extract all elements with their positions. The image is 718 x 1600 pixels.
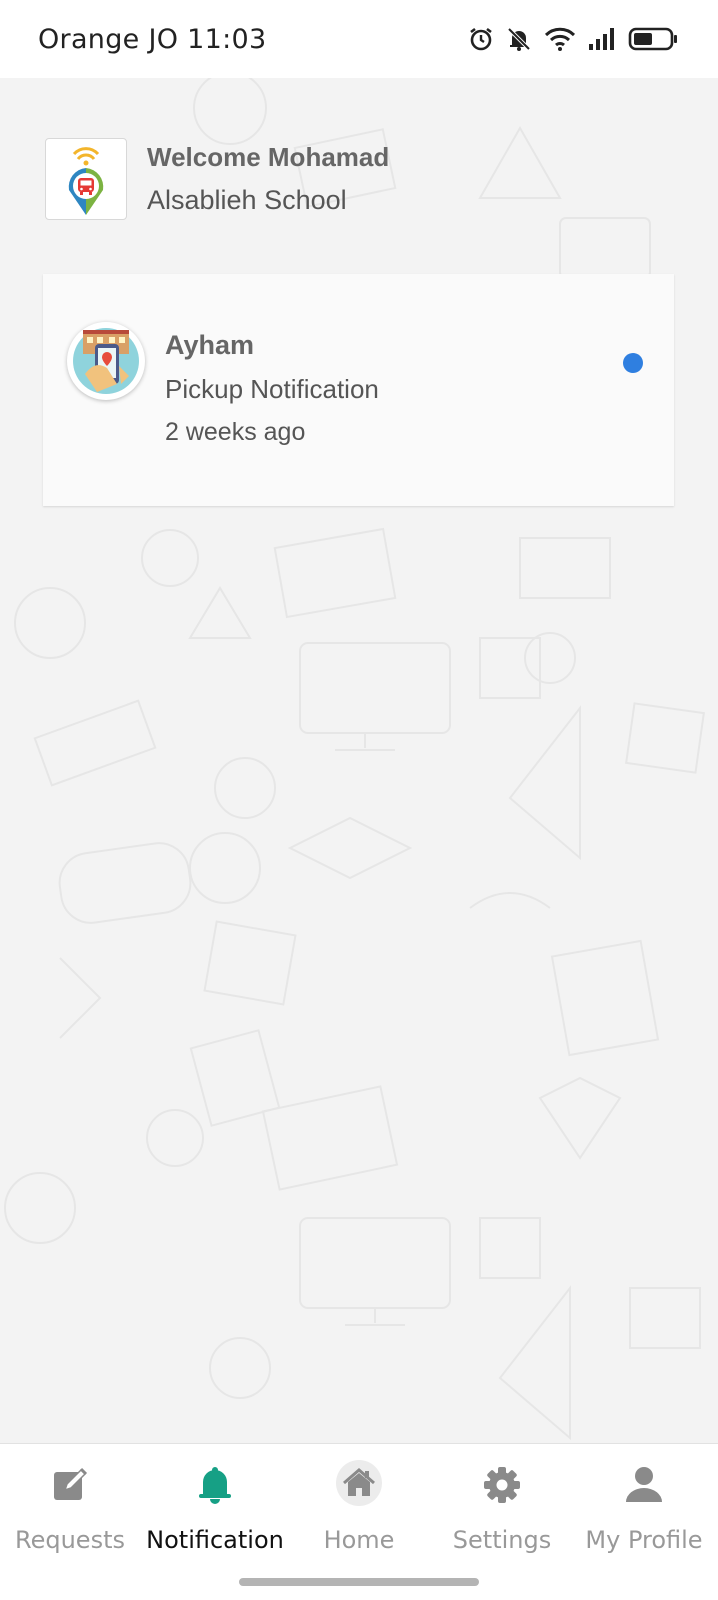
- child-avatar: [67, 322, 145, 400]
- home-icon: [336, 1460, 382, 1506]
- header-text: Welcome Mohamad Alsablieh School: [147, 142, 389, 216]
- gear-icon: [484, 1467, 520, 1503]
- nav-item-requests[interactable]: Requests: [0, 1444, 140, 1554]
- nav-label-my-profile: My Profile: [585, 1526, 703, 1554]
- app-logo: [45, 138, 127, 220]
- wifi-icon: [544, 27, 576, 51]
- signal-icon: [589, 28, 614, 50]
- nav-label-home: Home: [323, 1526, 395, 1554]
- bell-icon: [199, 1467, 231, 1504]
- nav-label-notification: Notification: [146, 1526, 284, 1554]
- school-name: Alsablieh School: [147, 185, 347, 215]
- notification-card[interactable]: Ayham Pickup Notification 2 weeks ago: [43, 274, 674, 506]
- bottom-nav: Requests Notification Home Settings My P…: [0, 1443, 718, 1600]
- person-icon: [626, 1467, 662, 1502]
- header: Welcome Mohamad Alsablieh School: [45, 138, 389, 220]
- battery-icon: [628, 27, 677, 51]
- nav-item-settings[interactable]: Settings: [432, 1444, 572, 1554]
- pickup-illustration-icon: [73, 328, 139, 394]
- status-bar: Orange JO 11:03: [0, 0, 718, 78]
- nav-label-requests: Requests: [15, 1526, 125, 1554]
- nav-item-notification[interactable]: Notification: [145, 1444, 285, 1554]
- edit-icon: [54, 1467, 88, 1500]
- welcome-title: Welcome Mohamad: [147, 142, 390, 172]
- nav-item-home[interactable]: Home: [289, 1444, 429, 1554]
- carrier-time: Orange JO 11:03: [38, 23, 267, 55]
- unread-indicator: [623, 353, 643, 373]
- status-icons: [468, 26, 678, 52]
- bell-muted-icon: [507, 27, 531, 51]
- alarm-icon: [470, 27, 492, 51]
- home-indicator[interactable]: [239, 1578, 479, 1586]
- notification-time: 2 weeks ago: [165, 418, 306, 446]
- bus-location-logo-icon: [68, 147, 104, 215]
- nav-label-settings: Settings: [452, 1526, 552, 1554]
- nav-item-my-profile[interactable]: My Profile: [574, 1444, 714, 1554]
- notification-type: Pickup Notification: [165, 374, 379, 404]
- notification-sender: Ayham: [165, 330, 255, 360]
